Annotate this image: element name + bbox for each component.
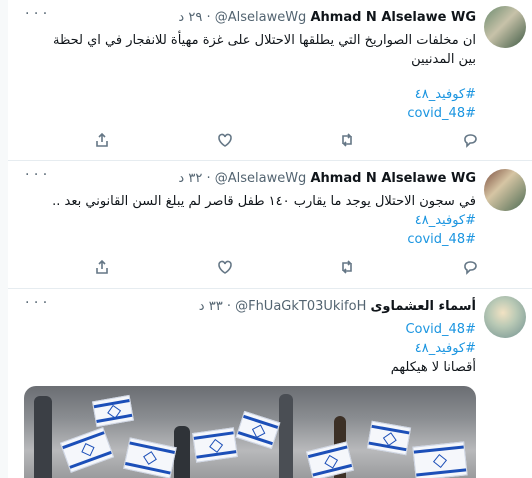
tweet-1[interactable]: · · · ٢٩ د · @AlselaweWg Ahmad N Alselaw… — [8, 0, 532, 161]
tweet-actions — [8, 259, 532, 279]
user-handle[interactable]: @AlselaweWg — [215, 10, 307, 25]
user-name[interactable]: Ahmad N Alselawe WG — [310, 171, 476, 186]
retweet-icon[interactable] — [339, 132, 357, 150]
timestamp[interactable]: ٢٩ د — [178, 10, 202, 25]
timestamp[interactable]: ٣٣ د — [199, 299, 223, 314]
hashtag-link[interactable]: #Covid_48 — [391, 320, 476, 339]
user-handle[interactable]: @AlselaweWg — [215, 171, 307, 186]
user-handle[interactable]: @FhUaGkT03UkifoH — [235, 299, 366, 314]
more-dots-icon[interactable]: · · · — [25, 6, 47, 22]
hashtag-link[interactable]: #covid_48 — [407, 104, 476, 123]
tweet-3[interactable]: · · · ٣٣ د · @FhUaGkT03UkifoH أسماء العش… — [8, 289, 532, 478]
hashtag-link[interactable]: #كوفيد_٤٨ — [391, 339, 476, 358]
tweet-text: #Covid_48 #كوفيد_٤٨ أقصانا لا هيكلهم — [391, 320, 476, 377]
tweet-text-line: ان مخلفات الصواريخ التي يطلقها الاحتلال … — [53, 33, 476, 48]
tweet-text-line: بين المدنيين — [411, 52, 476, 67]
tweet-2[interactable]: · · · ٣٢ د · @AlselaweWg Ahmad N Alselaw… — [8, 161, 532, 289]
reply-icon[interactable] — [462, 132, 480, 150]
tweet-text-line: أقصانا لا هيكلهم — [390, 360, 476, 375]
user-name[interactable]: أسماء العشماوى — [370, 299, 476, 314]
avatar[interactable] — [484, 296, 526, 338]
share-icon[interactable] — [94, 132, 112, 150]
tweet-media-image[interactable] — [24, 386, 476, 478]
tweet-actions — [8, 132, 532, 152]
more-dots-icon[interactable]: · · · — [25, 167, 47, 183]
heart-icon[interactable] — [217, 259, 235, 277]
tweet-text-line: في سجون الاحتلال يوجد ما يقارب ١٤٠ طفل ق… — [52, 194, 476, 209]
share-icon[interactable] — [94, 259, 112, 277]
timestamp[interactable]: ٣٢ د — [178, 171, 202, 186]
tweet-header: ٣٢ د · @AlselaweWg Ahmad N Alselawe WG — [178, 171, 476, 186]
more-dots-icon[interactable]: · · · — [25, 295, 47, 311]
retweet-icon[interactable] — [339, 259, 357, 277]
hashtag-link[interactable]: #covid_48 — [6, 230, 476, 249]
hashtag-link[interactable]: #كوفيد_٤٨ — [407, 85, 476, 104]
avatar[interactable] — [484, 169, 526, 211]
avatar[interactable] — [484, 6, 526, 48]
heart-icon[interactable] — [217, 132, 235, 150]
tweet-header: ٣٣ د · @FhUaGkT03UkifoH أسماء العشماوى — [198, 299, 476, 314]
reply-icon[interactable] — [462, 259, 480, 277]
hashtag-link[interactable]: #كوفيد_٤٨ — [6, 211, 476, 230]
tweet-header: ٢٩ د · @AlselaweWg Ahmad N Alselawe WG — [178, 10, 476, 25]
hashtags: #كوفيد_٤٨ #covid_48 — [407, 85, 476, 123]
user-name[interactable]: Ahmad N Alselawe WG — [310, 10, 476, 25]
tweet-text: ان مخلفات الصواريخ التي يطلقها الاحتلال … — [6, 31, 476, 69]
tweet-text: في سجون الاحتلال يوجد ما يقارب ١٤٠ طفل ق… — [6, 192, 476, 249]
